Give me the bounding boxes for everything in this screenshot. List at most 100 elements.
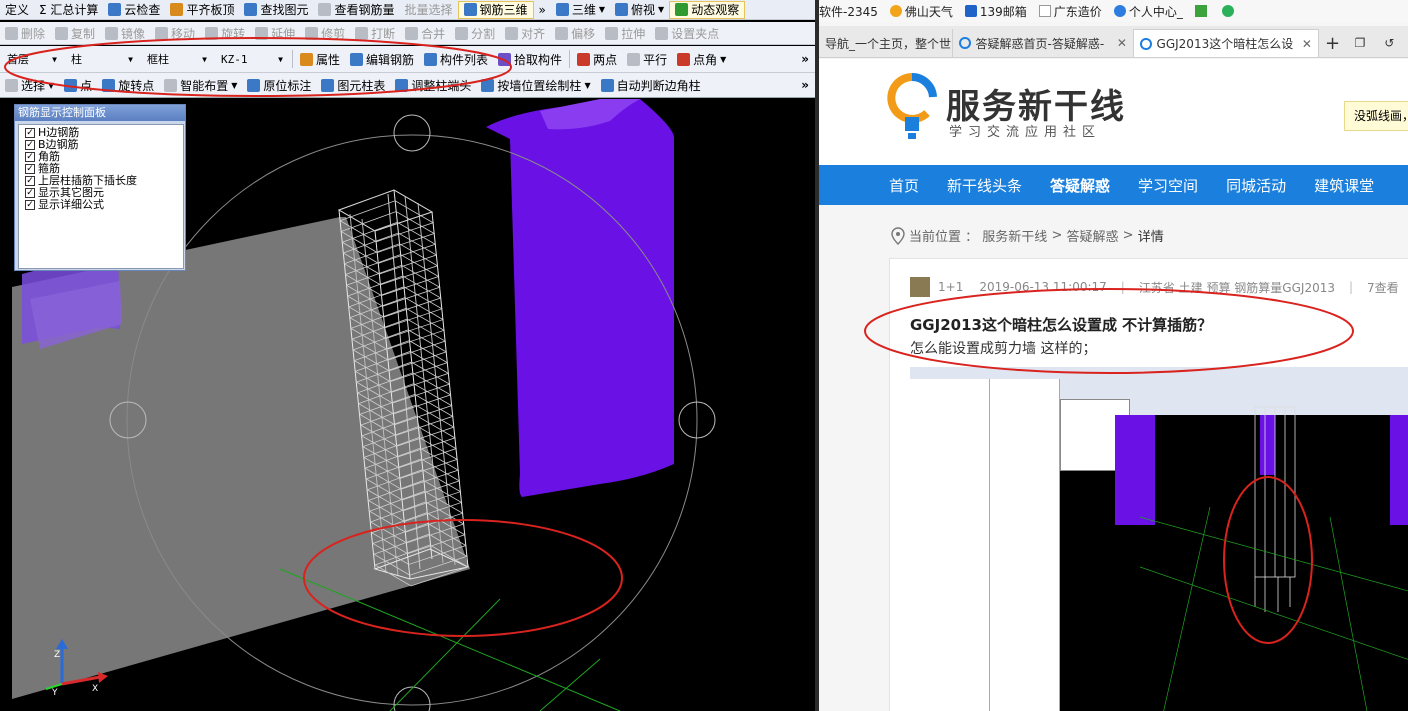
close-icon[interactable]: ✕ [1117,36,1127,50]
nav-classroom[interactable]: 建筑课堂 [1300,175,1388,196]
tab-qa-home[interactable]: 答疑解惑首页-答疑解惑- ✕ [953,29,1134,57]
nav-home[interactable]: 首页 [819,175,933,196]
nav-headlines[interactable]: 新干线头条 [933,175,1036,196]
nav-local-events[interactable]: 同城活动 [1212,175,1300,196]
tab-current-question[interactable]: GGJ2013这个暗柱怎么设置 ✕ [1133,29,1319,57]
type-select[interactable]: 柱 ▼ [67,50,137,68]
bookmark-weather[interactable]: 佛山天气 [889,3,953,20]
calculate-button[interactable]: Σ 汇总计算 [34,0,103,19]
in-place-label-button[interactable]: 原位标注 [242,73,316,97]
notice-box[interactable]: 没弧线画， [1344,101,1408,131]
point-angle-dropdown[interactable]: 点角 ▼ [672,46,731,72]
adjust-column-end-button[interactable]: 调整柱端头 [390,73,476,97]
subtype-select[interactable]: 框柱 ▼ [143,50,211,68]
extend-button[interactable]: 延伸 [250,22,300,44]
orbit-handle-top[interactable] [393,114,431,152]
component-list-button[interactable]: 构件列表 [419,46,493,72]
delete-button[interactable]: 删除 [0,22,50,44]
checkbox-icon[interactable]: ✓ [25,188,35,198]
purple-column [486,99,675,497]
view-rebar-qty-button[interactable]: 查看钢筋量 [313,0,399,19]
checkbox-icon[interactable]: ✓ [25,176,35,186]
view-3d-dropdown[interactable]: 三维 ▼ [551,0,610,19]
parallel-button[interactable]: 平行 [622,46,672,72]
post-user[interactable]: 1+1 [938,280,963,294]
top-view-icon [615,3,629,16]
edit-rebar-button[interactable]: 编辑钢筋 [345,46,419,72]
move-button[interactable]: 移动 [150,22,200,44]
floor-select[interactable]: 首层 ▼ [3,50,61,68]
auto-corner-icon [600,78,614,92]
two-point-button[interactable]: 两点 [572,46,622,72]
select-dropdown[interactable]: 选择 ▼ [0,73,59,97]
z-axis-label: Z [54,650,60,660]
draw-toolbar: 选择 ▼ 点 旋转点 智能布置 ▼ 原位标注 图元柱表 调整柱端头 按墙位置绘制柱 ▼… [0,73,815,98]
find-element-button[interactable]: 查找图元 [239,0,313,19]
breadcrumb-home[interactable]: 服务新干线 [982,226,1047,245]
dynamic-observe-button[interactable]: 动态观察 [669,0,746,19]
top-view-dropdown[interactable]: 俯视 ▼ [610,0,669,19]
more-toolbar3[interactable]: » [795,52,815,66]
checkbox-icon[interactable]: ✓ [25,152,35,162]
checkbox-icon[interactable]: ✓ [25,200,35,210]
merge-button[interactable]: 合并 [400,22,450,44]
offset-button[interactable]: 偏移 [550,22,600,44]
attached-screenshot[interactable] [910,367,1408,711]
nav-learning[interactable]: 学习空间 [1124,175,1212,196]
point-button[interactable]: 点 [59,73,97,97]
nav-qa[interactable]: 答疑解惑 [1036,175,1124,196]
checkbox-icon[interactable]: ✓ [25,128,35,138]
checkbox-icon[interactable]: ✓ [25,140,35,150]
copy-button[interactable]: 复制 [50,22,100,44]
close-icon[interactable]: ✕ [1302,37,1312,51]
rotate-point-button[interactable]: 旋转点 [97,73,159,97]
tab-list-icon[interactable]: ❐ [1349,29,1379,57]
breadcrumb: 当前位置 ： 服务新干线 > 答疑解惑 > 详情 [891,226,1164,245]
pick-component-button[interactable]: 拾取构件 [493,46,567,72]
rebar-3d-button[interactable]: 钢筋三维 [457,0,534,19]
site-logo-icon[interactable] [887,73,937,143]
auto-corner-column-button[interactable]: 自动判断边角柱 [596,73,706,97]
breadcrumb-qa[interactable]: 答疑解惑 [1066,226,1118,245]
split-button[interactable]: 分割 [450,22,500,44]
panel-item-detailed-formula[interactable]: ✓ 显示详细公式 [25,199,183,211]
bookmark-personal[interactable]: 个人中心_ [1113,3,1183,20]
break-button[interactable]: 打断 [350,22,400,44]
extension-icon[interactable] [1221,5,1237,17]
bookmark-2345[interactable]: 软件-2345 [819,3,878,20]
grid-icon [463,3,477,16]
bookmark-gd-cost[interactable]: 广东造价 [1038,3,1102,20]
batch-select-button[interactable]: 批量选择 [399,0,457,19]
name-select[interactable]: KZ-1 ▼ [217,50,287,68]
edit-toolbar: 删除 复制 镜像 移动 旋转 延伸 修剪 打断 合并 分割 对齐 偏移 拉伸 设… [0,22,815,45]
eyedropper-icon [498,52,512,66]
draw-by-wall-dropdown[interactable]: 按墙位置绘制柱 ▼ [476,73,595,97]
mirror-button[interactable]: 镜像 [100,22,150,44]
rotate-icon [205,26,219,40]
page-icon [1038,5,1051,17]
avatar[interactable] [910,277,930,297]
smart-layout-dropdown[interactable]: 智能布置 ▼ [159,73,242,97]
define-button[interactable]: 定义 [0,0,34,19]
checkbox-icon[interactable]: ✓ [25,164,35,174]
panel-body: ✓ H边钢筋 ✓ B边钢筋 ✓ 角筋 ✓ 箍筋 ✓ 上层柱插筋下插长度 ✓ 显示其它图元 ✓… [18,124,184,269]
bookmark-139mail[interactable]: 139邮箱 [964,3,1027,20]
tab-navigation[interactable]: 导航_一个主页，整个世✕ [819,29,953,57]
stretch-button[interactable]: 拉伸 [600,22,650,44]
main-toolbar: 定义 Σ 汇总计算 云检查 平齐板顶 查找图元 查看钢筋量 批量选择 钢筋三维 … [0,0,815,20]
two-point-icon [577,52,591,66]
undo-close-icon[interactable]: ↺ [1378,29,1408,57]
more-toolbar4[interactable]: » [795,78,815,92]
set-grip-button[interactable]: 设置夹点 [650,22,724,44]
new-tab-button[interactable]: + [1319,29,1349,57]
rotate-button[interactable]: 旋转 [200,22,250,44]
more-toolbar1[interactable]: » [534,0,551,19]
properties-button[interactable]: 属性 [295,46,345,72]
column-table-button[interactable]: 图元柱表 [316,73,390,97]
trim-button[interactable]: 修剪 [300,22,350,44]
align-slab-top-button[interactable]: 平齐板顶 [165,0,239,19]
apps-icon[interactable] [1194,5,1210,17]
orbit-handle-bottom[interactable] [393,686,431,711]
cloud-check-button[interactable]: 云检查 [103,0,165,19]
align-button[interactable]: 对齐 [500,22,550,44]
